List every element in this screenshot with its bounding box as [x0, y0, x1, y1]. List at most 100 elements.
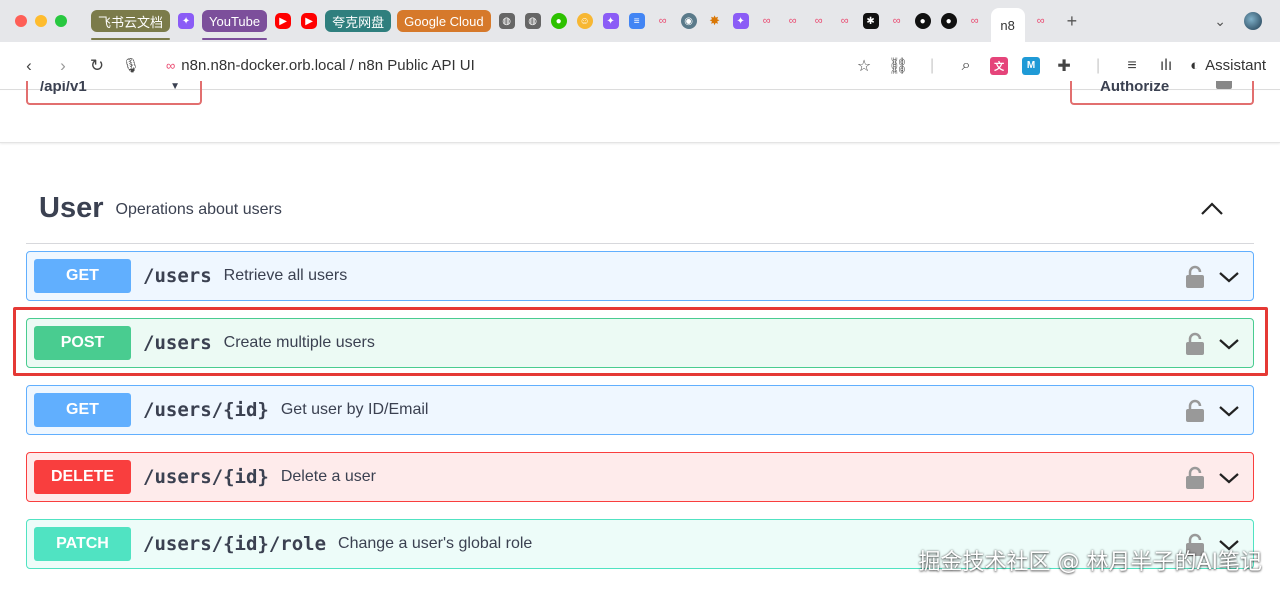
expand-chevron-down-icon[interactable]	[1217, 266, 1241, 288]
operation-summary: Change a user's global role	[338, 535, 533, 552]
operation-get-users[interactable]: GET /users Retrieve all users	[26, 251, 1254, 301]
m-extension-icon[interactable]: M	[1022, 56, 1041, 75]
tab-pinned[interactable]: ∞	[757, 11, 777, 31]
reload-icon[interactable]: ↻	[82, 56, 112, 76]
link-icon[interactable]: ⛓	[888, 56, 908, 76]
profile-avatar[interactable]	[1244, 12, 1262, 30]
n8n-icon: ∞	[892, 15, 901, 27]
tab-pinned[interactable]: ∞	[965, 11, 985, 31]
minimize-window-button[interactable]	[35, 15, 47, 27]
youtube-icon: ▶	[275, 13, 292, 29]
highlight-annotation-box	[13, 307, 1268, 376]
tab-group-quark[interactable]: 夸克网盘	[325, 10, 392, 32]
operation-path: /users/{id}/role	[143, 533, 327, 555]
tab-group-feishu[interactable]: 飞书云文档	[91, 10, 171, 40]
tab-pinned[interactable]: ≡	[627, 11, 647, 31]
operation-delete-user[interactable]: DELETE /users/{id} Delete a user	[26, 452, 1254, 502]
assistant-icon: ◐	[1190, 57, 1200, 74]
wechat-icon: ●	[550, 13, 567, 29]
tab-pinned[interactable]: ●	[549, 11, 569, 31]
github-icon: ●	[914, 13, 931, 29]
tab-pinned[interactable]: ∞	[783, 11, 803, 31]
n8n-icon: ∞	[658, 15, 667, 27]
tag-title: User	[39, 191, 104, 224]
tab-group-youtube[interactable]: YouTube	[202, 10, 268, 40]
tab-pinned[interactable]: ◍	[497, 11, 517, 31]
n8n-icon: ∞	[970, 15, 979, 27]
watermark-text: 掘金技术社区 @ 林月半子的AI笔记	[918, 550, 1262, 575]
server-select-value: /api/v1	[40, 81, 87, 95]
tab-pinned[interactable]: ◉	[679, 11, 699, 31]
close-window-button[interactable]	[15, 15, 27, 27]
collapse-chevron-up-icon[interactable]	[1198, 195, 1226, 223]
authorize-button[interactable]: Authorize	[1070, 81, 1254, 105]
server-select[interactable]: /api/v1 ▼	[26, 81, 202, 105]
expand-chevron-down-icon[interactable]	[1217, 400, 1241, 422]
n8n-icon: ∞	[762, 15, 771, 27]
method-badge: PATCH	[34, 527, 131, 561]
tab-group-google-cloud[interactable]: Google Cloud	[397, 10, 491, 32]
tab-group-label: 夸克网盘	[332, 14, 385, 30]
tab-pinned[interactable]: ☺	[575, 11, 595, 31]
tab-pinned[interactable]: ∞	[653, 11, 673, 31]
back-icon[interactable]: ‹	[14, 56, 44, 76]
youtube-icon: ▶	[301, 13, 318, 29]
lock-icon[interactable]	[1185, 466, 1205, 490]
operation-path: /users	[143, 265, 212, 287]
tab-pinned[interactable]: ✱	[861, 11, 881, 31]
new-tab-button[interactable]: +	[1067, 11, 1078, 32]
translate-extension-icon[interactable]: 文	[990, 56, 1009, 75]
bookmark-star-icon[interactable]: ☆	[854, 56, 874, 76]
assistant-button[interactable]: ◐ Assistant	[1190, 57, 1266, 74]
app-icon: ✦	[732, 13, 749, 29]
tab-pinned[interactable]: ∞	[1031, 11, 1051, 31]
active-tab-label: n8	[1000, 17, 1015, 33]
menu-lines-icon[interactable]: ≡	[1122, 57, 1142, 75]
lock-icon[interactable]	[1185, 399, 1205, 423]
tab-active[interactable]: n8	[990, 8, 1025, 42]
operation-summary: Retrieve all users	[223, 267, 348, 284]
toolbar-divider: |	[930, 56, 935, 74]
fullscreen-window-button[interactable]	[55, 15, 67, 27]
lock-icon[interactable]	[1185, 265, 1205, 289]
tab-pinned[interactable]: ▶	[299, 11, 319, 31]
tab-group-label: YouTube	[209, 13, 261, 29]
microphone-icon[interactable]: 🎙	[116, 57, 146, 74]
tab-pinned[interactable]: ◍	[523, 11, 543, 31]
authorize-label: Authorize	[1100, 81, 1170, 95]
site-n8n-icon: ∞	[166, 58, 175, 73]
tab-pinned[interactable]: ▶	[273, 11, 293, 31]
tab-pinned[interactable]: ●	[939, 11, 959, 31]
browser-tab-bar: 飞书云文档 ✦ YouTube ▶ ▶ 夸克网盘 Google Cloud ◍ …	[0, 0, 1280, 42]
expand-chevron-down-icon[interactable]	[1217, 467, 1241, 489]
operation-get-user-by-id[interactable]: GET /users/{id} Get user by ID/Email	[26, 385, 1254, 435]
assistant-label: Assistant	[1205, 57, 1266, 74]
github-icon: ●	[940, 13, 957, 29]
tab-strip: 飞书云文档 ✦ YouTube ▶ ▶ 夸克网盘 Google Cloud ◍ …	[91, 0, 1214, 42]
screenshot-search-icon[interactable]: ⌕	[956, 57, 976, 75]
tab-pinned[interactable]: ∞	[835, 11, 855, 31]
tab-group-label: Google Cloud	[404, 13, 484, 29]
operation-path: /users/{id}	[143, 466, 269, 488]
tag-section-header[interactable]: User Operations about users	[26, 173, 1254, 244]
tab-pinned[interactable]: ∞	[809, 11, 829, 31]
tab-pinned[interactable]: ∞	[887, 11, 907, 31]
audio-wave-icon[interactable]: ılı	[1156, 57, 1176, 75]
tab-pinned[interactable]: ●	[913, 11, 933, 31]
tag-description: Operations about users	[115, 200, 282, 218]
party-icon: ✸	[709, 13, 721, 28]
tab-pinned[interactable]: ✦	[176, 11, 196, 31]
forward-icon[interactable]: ›	[48, 56, 78, 76]
address-bar[interactable]: ∞ n8n.n8n-docker.orb.local / n8n Public …	[166, 57, 475, 74]
toolbar-actions: ☆ ⛓ | ⌕ 文 M ✚ | ≡ ılı ◐ Assistant	[854, 56, 1266, 76]
tab-pinned[interactable]: ✸	[705, 11, 725, 31]
n8n-icon: ∞	[814, 15, 823, 27]
method-badge: GET	[34, 259, 131, 293]
globe-icon: ◍	[498, 13, 515, 29]
extensions-puzzle-icon[interactable]: ✚	[1054, 56, 1074, 76]
openai-icon: ✱	[862, 13, 879, 29]
tab-pinned[interactable]: ✦	[601, 11, 621, 31]
docs-icon: ≡	[628, 13, 645, 29]
tab-pinned[interactable]: ✦	[731, 11, 751, 31]
tab-list-chevron-icon[interactable]: ⌄	[1214, 13, 1226, 30]
